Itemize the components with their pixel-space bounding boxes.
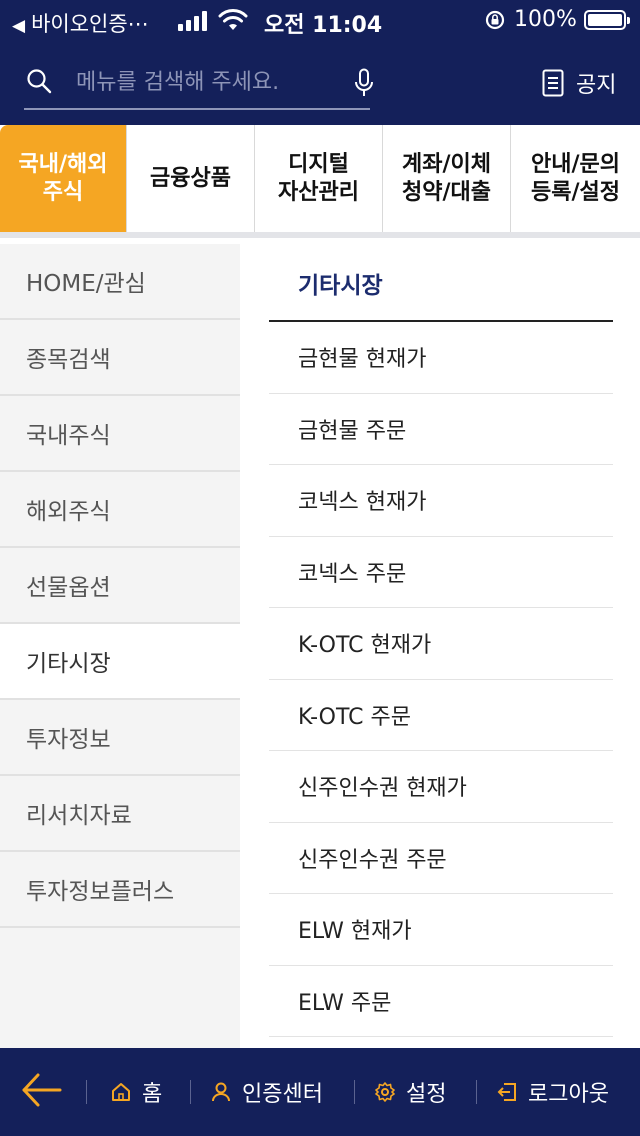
sidebar-item-futures-options[interactable]: 선물옵션	[0, 548, 240, 624]
menu-item-warrant-order[interactable]: 신주인수권 주문	[269, 823, 613, 894]
menu-item-konex-order[interactable]: 코넥스 주문	[269, 537, 613, 608]
sidebar-item-stock-search[interactable]: 종목검색	[0, 320, 240, 396]
menu-item-kotc-order[interactable]: K-OTC 주문	[269, 680, 613, 751]
sidebar: HOME/관심 종목검색 국내주식 해외주식 선물옵션 기타시장 투자정보 리서…	[0, 244, 240, 1048]
sidebar-item-other-markets[interactable]: 기타시장	[0, 624, 240, 700]
search-input[interactable]	[76, 64, 326, 100]
submenu-list: 금현물 현재가 금현물 주문 코넥스 현재가 코넥스 주문 K-OTC 현재가 …	[269, 322, 613, 1037]
submenu-panel: 기타시장 금현물 현재가 금현물 주문 코넥스 현재가 코넥스 주문 K-OTC…	[240, 244, 640, 1048]
rotation-lock-icon	[485, 10, 505, 30]
menu-item-kotc-price[interactable]: K-OTC 현재가	[269, 608, 613, 680]
menu-item-elw-order[interactable]: ELW 주문	[269, 966, 613, 1037]
back-triangle-icon: ◀	[12, 16, 26, 36]
divider	[354, 1080, 355, 1104]
divider	[476, 1080, 477, 1104]
tab-account-transfer-loan[interactable]: 계좌/이체 청약/대출	[383, 125, 511, 232]
sidebar-item-domestic-stocks[interactable]: 국내주식	[0, 396, 240, 472]
signal-icon	[178, 11, 210, 31]
back-to-app[interactable]: ◀ 바이오인증⋯	[12, 8, 149, 38]
back-arrow-icon[interactable]	[20, 1070, 64, 1110]
auth-center-button[interactable]: 인증센터	[210, 1072, 323, 1112]
sidebar-item-home-watchlist[interactable]: HOME/관심	[0, 244, 240, 320]
logout-button[interactable]: 로그아웃	[496, 1072, 609, 1112]
settings-label: 설정	[406, 1082, 447, 1107]
menu-item-warrant-price[interactable]: 신주인수권 현재가	[269, 751, 613, 823]
battery-percent: 100%	[514, 7, 577, 32]
divider	[86, 1080, 87, 1104]
search-bar[interactable]	[24, 58, 373, 110]
notice-button[interactable]: 공지	[542, 66, 616, 100]
logout-icon	[497, 1083, 516, 1101]
notice-label: 공지	[576, 73, 617, 98]
search-icon[interactable]	[26, 68, 52, 94]
sidebar-item-investment-info-plus[interactable]: 투자정보플러스	[0, 852, 240, 928]
section-title: 기타시장	[298, 273, 383, 299]
home-icon	[112, 1083, 130, 1101]
auth-center-label: 인증센터	[242, 1082, 323, 1107]
header: 공지	[0, 40, 640, 125]
category-tabs: 국내/해외 주식 금융상품 디지털 자산관리 계좌/이체 청약/대출 안내/문의…	[0, 125, 640, 238]
sidebar-item-investment-info[interactable]: 투자정보	[0, 700, 240, 776]
document-icon	[542, 69, 564, 97]
wifi-icon	[218, 9, 248, 30]
sidebar-item-research[interactable]: 리서치자료	[0, 776, 240, 852]
divider	[190, 1080, 191, 1104]
mic-icon[interactable]	[354, 68, 374, 98]
gear-icon	[375, 1082, 395, 1102]
back-app-label: 바이오인증⋯	[31, 12, 149, 36]
clock: 오전 11:04	[264, 13, 383, 38]
tab-digital-asset-management[interactable]: 디지털 자산관리	[255, 125, 383, 232]
settings-button[interactable]: 설정	[374, 1072, 446, 1112]
home-label: 홈	[142, 1082, 163, 1107]
tab-guide-inquiry-settings[interactable]: 안내/문의 등록/설정	[511, 125, 640, 232]
user-icon	[212, 1082, 230, 1102]
home-button[interactable]: 홈	[110, 1072, 162, 1112]
menu-item-gold-spot-price[interactable]: 금현물 현재가	[269, 322, 613, 394]
menu-item-elw-price[interactable]: ELW 현재가	[269, 894, 613, 966]
menu-item-konex-price[interactable]: 코넥스 현재가	[269, 465, 613, 537]
bottom-bar: 홈 인증센터 설정 로그아웃	[0, 1048, 640, 1136]
sidebar-item-overseas-stocks[interactable]: 해외주식	[0, 472, 240, 548]
battery-icon	[584, 10, 630, 30]
tab-financial-products[interactable]: 금융상품	[127, 125, 255, 232]
tab-domestic-overseas-stocks[interactable]: 국내/해외 주식	[0, 125, 127, 232]
status-bar: ◀ 바이오인증⋯ 오전 11:04 100%	[0, 0, 640, 40]
logout-label: 로그아웃	[528, 1082, 609, 1107]
menu-item-gold-spot-order[interactable]: 금현물 주문	[269, 394, 613, 465]
